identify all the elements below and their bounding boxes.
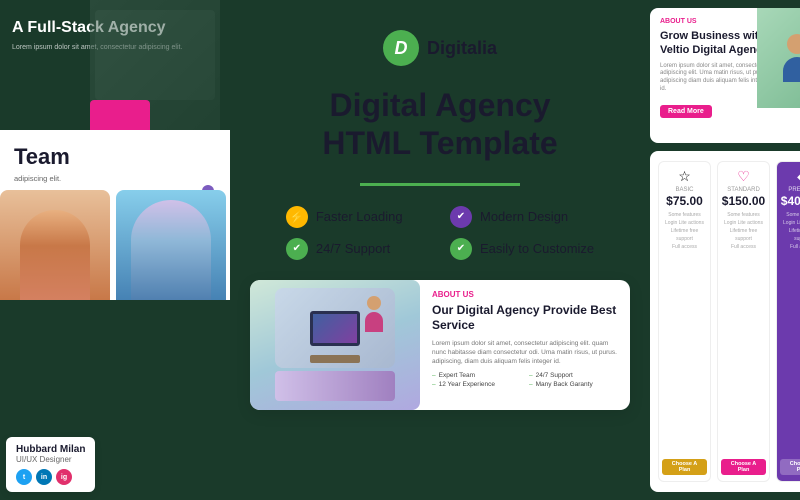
hero-title: Digital Agency HTML Template [322,86,557,163]
plan-standard: ♡ Standard $150.00 Some featuresLogin Li… [717,161,770,482]
plan-basic-icon: ☆ [678,168,691,185]
logo-text: Digitalia [427,38,497,59]
pricing-plans: ☆ Basic $75.00 Some featuresLogin Lite a… [658,161,800,482]
about-img-inner [250,280,420,410]
center-column: D Digitalia Digital Agency HTML Template… [230,0,650,500]
plan-basic-type: Basic [675,187,693,193]
team-card: Team adipiscing elit. [0,130,230,300]
person-name: Hubbard Milan [16,444,85,455]
plan-standard-price: $150.00 [722,194,765,208]
about-text: Lorem ipsum dolor sit amet, consectetur … [432,339,618,366]
plan-basic-cta[interactable]: Choose A Plan [662,459,707,475]
modern-design-label: Modern Design [480,209,568,224]
logo-wrapper: D Digitalia [383,30,497,66]
support-icon: ✔ [286,238,308,260]
team-text: adipiscing elit. [14,174,216,183]
social-icons-group: t in ig [16,469,85,485]
plan-standard-cta[interactable]: Choose A Plan [721,459,766,475]
team-photo-1 [0,190,110,300]
plan-basic: ☆ Basic $75.00 Some featuresLogin Lite a… [658,161,711,482]
hero-title-line2: HTML Template [322,124,557,162]
left-column: A Full-Stack Agency Lorem ipsum dolor si… [0,0,230,500]
faster-loading-label: Faster Loading [316,209,403,224]
customize-label: Easily to Customize [480,241,594,256]
plan-basic-features: Some featuresLogin Lite actionsLifetime … [662,211,707,251]
about-title: Our Digital Agency Provide Best Service [432,303,618,334]
read-more-button[interactable]: Read More [660,105,712,118]
grow-card: About Us Grow Business with Veltio Digit… [650,8,800,143]
about-feat-3: 12 Year Experience [432,381,521,388]
right-column: About Us Grow Business with Veltio Digit… [650,0,800,500]
logo-icon: D [383,30,419,66]
feature-customize: ✔ Easily to Customize [450,238,594,260]
main-container: A Full-Stack Agency Lorem ipsum dolor si… [0,0,800,500]
team-photo-2 [116,190,226,300]
plan-premium-cta[interactable]: Choose A Plan [780,459,800,475]
about-label: About Us [432,290,618,299]
about-feat-4: Many Back Garanty [529,381,618,388]
pricing-card: ☆ Basic $75.00 Some featuresLogin Lite a… [650,151,800,492]
plan-premium-price: $400.00 [781,194,800,208]
about-feat-1: Expert Team [432,372,521,379]
plan-standard-features: Some featuresLogin Lite actionsLifetime … [721,211,766,251]
fullstack-card: A Full-Stack Agency Lorem ipsum dolor si… [0,0,220,130]
feature-modern-design: ✔ Modern Design [450,206,594,228]
modern-design-icon: ✔ [450,206,472,228]
person-detail-card: Hubbard Milan UI/UX Designer t in ig [6,437,95,492]
customize-icon: ✔ [450,238,472,260]
instagram-icon[interactable]: ig [56,469,72,485]
team-photos [0,190,226,300]
grow-title: Grow Business with Veltio Digital Agency [660,29,770,58]
title-underline-decoration [360,183,520,186]
linkedin-icon[interactable]: in [36,469,52,485]
plan-standard-icon: ♡ [737,168,750,185]
about-feat-2: 24/7 Support [529,372,618,379]
about-features-list: Expert Team 24/7 Support 12 Year Experie… [432,372,618,388]
feature-support: ✔ 24/7 Support [286,238,430,260]
features-grid: ⚡ Faster Loading ✔ Modern Design ✔ 24/7 … [286,206,594,260]
hero-title-line1: Digital Agency [322,86,557,124]
about-card: About Us Our Digital Agency Provide Best… [250,280,630,410]
team-title: Team [14,144,216,170]
plan-basic-price: $75.00 [666,194,703,208]
plan-premium-features: Some featuresLogin Lite actionsLifetime … [780,211,800,251]
twitter-icon[interactable]: t [16,469,32,485]
feature-faster-loading: ⚡ Faster Loading [286,206,430,228]
person-role: UI/UX Designer [16,455,85,464]
plan-premium: ◆ Premium $400.00 Some featuresLogin Lit… [776,161,800,482]
pink-accent-bar [90,100,150,130]
support-label: 24/7 Support [316,241,390,256]
plan-standard-type: Standard [727,187,760,193]
faster-loading-icon: ⚡ [286,206,308,228]
plan-premium-type: Premium [788,187,800,193]
about-card-content: About Us Our Digital Agency Provide Best… [420,280,630,410]
about-card-image [250,280,420,410]
